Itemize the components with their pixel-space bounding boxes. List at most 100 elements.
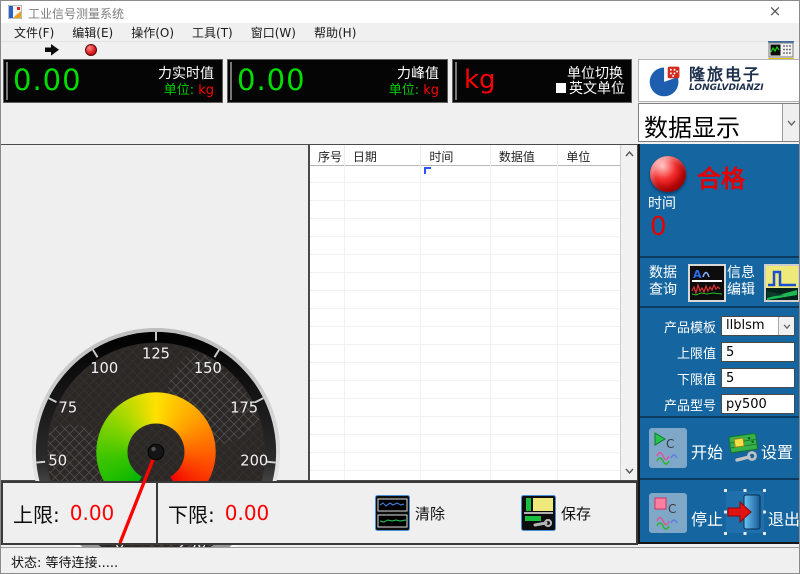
- table-cell: [558, 399, 620, 416]
- start-button-icon[interactable]: C: [649, 428, 687, 468]
- stop-button[interactable]: 停止: [691, 506, 723, 530]
- table-cell: [345, 237, 422, 254]
- table-cell: [558, 345, 620, 362]
- data-query-label[interactable]: 数据查询: [649, 265, 677, 299]
- menu-file[interactable]: 文件(F): [5, 23, 63, 42]
- table-cell: [558, 363, 620, 380]
- exit-button-icon[interactable]: [724, 489, 766, 535]
- model-input[interactable]: [721, 394, 795, 414]
- menu-bar: 文件(F) 编辑(E) 操作(O) 工具(T) 窗口(W) 帮助(H): [1, 23, 799, 42]
- stop-button-icon[interactable]: C: [649, 493, 687, 533]
- col-unit: 单位: [558, 145, 620, 165]
- info-edit-label[interactable]: 信息编辑: [727, 265, 755, 299]
- table-cell: [421, 363, 491, 380]
- table-cell: [310, 471, 345, 480]
- menu-tools[interactable]: 工具(T): [183, 23, 242, 42]
- table-row[interactable]: [310, 219, 620, 237]
- table-row[interactable]: [310, 417, 620, 435]
- chevron-down-icon[interactable]: [782, 104, 799, 141]
- table-cell: [558, 417, 620, 434]
- table-cell: [345, 255, 422, 272]
- table-cell: [345, 435, 422, 452]
- menu-operate[interactable]: 操作(O): [122, 23, 183, 42]
- time-label: 时间: [648, 193, 676, 213]
- table-cell: [491, 219, 559, 236]
- start-button[interactable]: 开始: [691, 439, 723, 463]
- table-row[interactable]: [310, 345, 620, 363]
- table-cell: [421, 327, 491, 344]
- save-button[interactable]: 保存: [521, 495, 591, 531]
- table-body[interactable]: [310, 165, 620, 480]
- table-cell: [345, 165, 422, 182]
- table-row[interactable]: [310, 435, 620, 453]
- info-edit-button[interactable]: [764, 264, 800, 302]
- abort-icon[interactable]: [85, 44, 97, 56]
- menu-window[interactable]: 窗口(W): [242, 23, 305, 42]
- table-row[interactable]: [310, 327, 620, 345]
- table-cell: [421, 183, 491, 200]
- close-button[interactable]: ×: [765, 2, 785, 20]
- table-cell: [310, 399, 345, 416]
- table-edit-cursor: [424, 167, 431, 174]
- panel-switch-icon[interactable]: [768, 39, 794, 61]
- table-row[interactable]: [310, 453, 620, 471]
- product-settings-section: 产品模板 llblsm 上限值 下限值 产品型号: [640, 306, 800, 416]
- table-row[interactable]: [310, 255, 620, 273]
- scroll-up-icon[interactable]: [621, 147, 637, 161]
- table-cell: [421, 165, 491, 182]
- clear-button[interactable]: 清除: [375, 495, 445, 531]
- table-cell: [310, 435, 345, 452]
- table-cell: [310, 345, 345, 362]
- chevron-down-icon[interactable]: [778, 317, 794, 335]
- table-row[interactable]: [310, 471, 620, 480]
- exit-button[interactable]: 退出: [768, 506, 800, 530]
- app-icon: [8, 5, 22, 19]
- english-unit-checkbox[interactable]: 英文单位: [556, 78, 625, 98]
- table-cell: [558, 435, 620, 452]
- data-query-button[interactable]: A: [688, 264, 726, 302]
- table-cell: [421, 255, 491, 272]
- data-table[interactable]: 序号 日期 时间 数据值 单位: [309, 144, 638, 481]
- menu-edit[interactable]: 编辑(E): [63, 23, 122, 42]
- table-cell: [491, 471, 559, 480]
- table-cell: [421, 453, 491, 470]
- template-select[interactable]: llblsm: [721, 316, 795, 336]
- table-row[interactable]: [310, 309, 620, 327]
- realtime-force-value: 0.00: [13, 63, 82, 97]
- table-row[interactable]: [310, 291, 620, 309]
- time-value: 0: [650, 212, 667, 242]
- status-led-icon: [650, 156, 686, 192]
- lower-limit-input[interactable]: [721, 368, 795, 388]
- display-mode-select[interactable]: 数据显示: [638, 103, 800, 142]
- table-cell: [345, 399, 422, 416]
- run-arrow-icon[interactable]: [45, 44, 60, 56]
- table-scrollbar[interactable]: [620, 145, 637, 480]
- table-row[interactable]: [310, 363, 620, 381]
- brand-logo: 隆旅电子 LONGLVDIANZI: [638, 59, 800, 102]
- actions-strip: 清除 保存: [307, 481, 638, 545]
- table-cell: [558, 471, 620, 480]
- table-row[interactable]: [310, 201, 620, 219]
- table-cell: [421, 219, 491, 236]
- table-cell: [491, 363, 559, 380]
- settings-button[interactable]: 设置: [761, 439, 793, 463]
- table-cell: [345, 363, 422, 380]
- table-row[interactable]: [310, 381, 620, 399]
- settings-button-icon[interactable]: [727, 429, 761, 465]
- upper-limit-input[interactable]: [721, 342, 795, 362]
- table-row[interactable]: [310, 165, 620, 183]
- checkbox-square-icon[interactable]: [556, 83, 566, 93]
- table-cell: [491, 399, 559, 416]
- table-cell: [558, 273, 620, 290]
- scroll-down-icon[interactable]: [621, 464, 637, 478]
- menu-help[interactable]: 帮助(H): [305, 23, 365, 42]
- table-row[interactable]: [310, 273, 620, 291]
- table-cell: [421, 201, 491, 218]
- table-cell: [421, 273, 491, 290]
- table-row[interactable]: [310, 183, 620, 201]
- table-cell: [491, 435, 559, 452]
- table-row[interactable]: [310, 399, 620, 417]
- table-row[interactable]: [310, 237, 620, 255]
- table-cell: [558, 291, 620, 308]
- table-cell: [345, 381, 422, 398]
